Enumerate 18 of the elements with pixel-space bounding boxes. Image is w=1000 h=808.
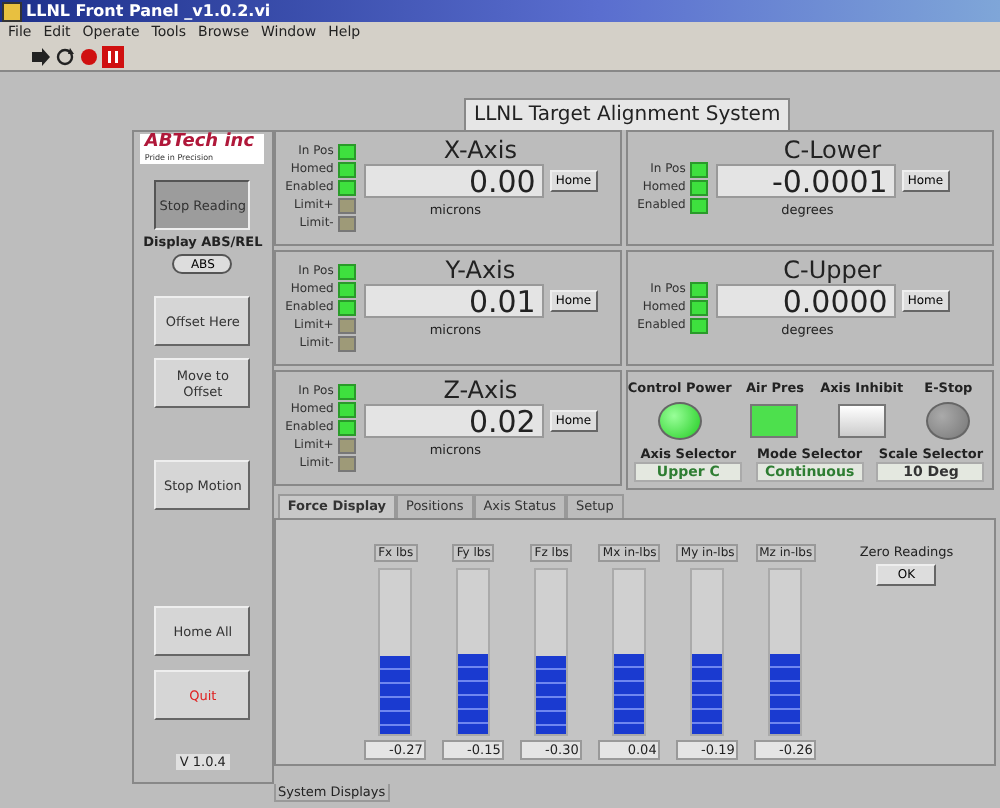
logo-name: ABTech inc (144, 134, 255, 152)
axis-name: C-Lower (783, 136, 882, 164)
axis-name: C-Upper (783, 256, 882, 284)
panel-title: LLNL Target Alignment System (464, 98, 791, 130)
axis-name: Y-Axis (445, 256, 516, 284)
app-icon (2, 1, 22, 21)
run-arrow-icon[interactable] (30, 45, 52, 67)
stop-icon[interactable] (78, 45, 100, 67)
value-display: 0.02 (363, 404, 544, 438)
axis-name: Z-Axis (443, 376, 518, 404)
value-display: 0.00 (363, 164, 544, 198)
value-display: 0.01 (363, 284, 544, 318)
value-display: -0.0001 (715, 164, 896, 198)
axis-name: X-Axis (443, 136, 517, 164)
pause-icon[interactable] (102, 45, 124, 67)
cycle-arrows-icon[interactable] (54, 45, 76, 67)
value-display: 0.0000 (715, 284, 896, 318)
window-title: LLNL Front Panel _v1.0.2.vi (26, 1, 271, 21)
